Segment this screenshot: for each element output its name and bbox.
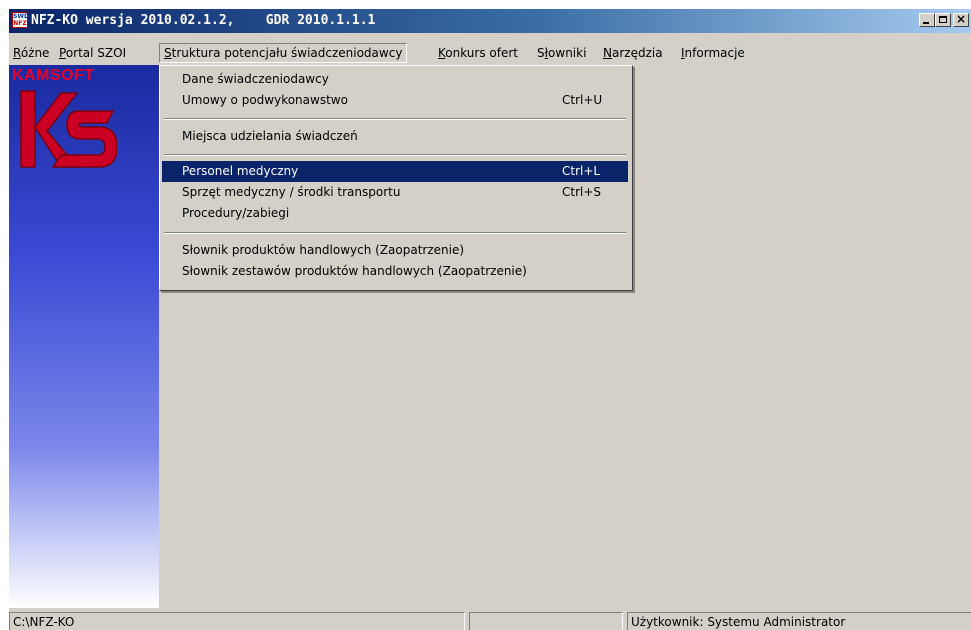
- menu-item-shortcut: Ctrl+U: [562, 93, 603, 107]
- status-user: Użytkownik: Systemu Administrator: [627, 612, 971, 630]
- menu-item-dane-swiadczeniodawcy[interactable]: Dane świadczeniodawcy: [162, 69, 628, 90]
- menu-item-shortcut: Ctrl+S: [562, 185, 602, 199]
- status-bar: C:\NFZ-KO Użytkownik: Systemu Administra…: [9, 610, 971, 630]
- status-path: C:\NFZ-KO: [9, 612, 465, 630]
- menu-item-label: Dane świadczeniodawcy: [182, 72, 329, 86]
- menu-separator: [164, 118, 626, 120]
- menu-informacje[interactable]: Informacje: [677, 44, 749, 62]
- maximize-button[interactable]: [935, 13, 951, 27]
- minimize-icon: [923, 22, 929, 24]
- menu-item-shortcut: Ctrl+L: [562, 164, 601, 178]
- main-window: SWD NFZ NFZ-KO wersja 2010.02.1.2, GDR 20…: [8, 8, 971, 630]
- menu-slowniki-pre: S: [537, 46, 545, 60]
- menu-rozne[interactable]: Różne: [9, 44, 53, 62]
- menu-item-sprzet-medyczny[interactable]: Sprzęt medyczny / środki transportu Ctrl…: [162, 182, 628, 203]
- menu-konkurs-label: onkurs ofert: [445, 46, 519, 60]
- window-title: NFZ-KO wersja 2010.02.1.2, GDR 2010.1.1.…: [31, 13, 376, 28]
- close-button[interactable]: ×: [953, 12, 969, 27]
- menu-item-procedury-zabiegi[interactable]: Procedury/zabiegi: [162, 203, 628, 224]
- menu-separator: [164, 232, 626, 234]
- kamsoft-logo-icon: [20, 90, 117, 168]
- brand-name: KAMSOFT: [12, 67, 95, 84]
- menu-item-label: Miejsca udzielania świadczeń: [182, 129, 358, 143]
- menu-item-miejsca-udzielania[interactable]: Miejsca udzielania świadczeń: [162, 126, 628, 147]
- sidebar-banner: KAMSOFT: [9, 65, 159, 608]
- maximize-icon: [939, 16, 947, 23]
- status-middle: [469, 612, 623, 630]
- menu-item-label: Słownik produktów handlowych (Zaopatrzen…: [182, 243, 465, 257]
- menu-slowniki[interactable]: Słowniki: [533, 44, 590, 62]
- menu-item-label: Personel medyczny: [182, 164, 299, 178]
- minimize-button[interactable]: [919, 13, 935, 27]
- menu-informacje-label: nformacje: [684, 46, 745, 60]
- menu-struktura-label: truktura potencjału świadczeniodawcy: [171, 46, 403, 60]
- menu-item-label: Słownik zestawów produktów handlowych (Z…: [182, 264, 527, 278]
- menu-item-label: Umowy o podwykonawstwo: [182, 93, 348, 107]
- menu-portal-szoi-label: ortal SZOI: [65, 46, 127, 60]
- menu-item-label: Sprzęt medyczny / środki transportu: [182, 185, 401, 199]
- menu-item-label: Procedury/zabiegi: [182, 206, 290, 220]
- menu-slowniki-label: owniki: [548, 46, 587, 60]
- close-icon: ×: [956, 12, 967, 26]
- menu-rozne-label: óżne: [20, 46, 50, 60]
- menu-item-slownik-zestawow[interactable]: Słownik zestawów produktów handlowych (Z…: [162, 261, 628, 282]
- menu-bar: Różne Portal SZOI Struktura potencjału ś…: [9, 43, 971, 63]
- menu-portal-szoi[interactable]: Portal SZOI: [55, 44, 130, 62]
- title-bar[interactable]: SWD NFZ NFZ-KO wersja 2010.02.1.2, GDR 20…: [9, 9, 971, 33]
- menu-narzedzia[interactable]: Narzędzia: [599, 44, 667, 62]
- menu-item-umowy-podwykonawstwo[interactable]: Umowy o podwykonawstwo Ctrl+U: [162, 90, 628, 111]
- app-icon[interactable]: SWD NFZ: [12, 12, 28, 28]
- menu-item-personel-medyczny[interactable]: Personel medyczny Ctrl+L: [162, 161, 628, 182]
- menu-struktura[interactable]: Struktura potencjału świadczeniodawcy: [159, 43, 408, 63]
- struktura-dropdown-menu: Dane świadczeniodawcy Umowy o podwykonaw…: [159, 65, 633, 291]
- menu-konkurs-ofert[interactable]: Konkurs ofert: [434, 44, 522, 62]
- menu-narzedzia-label: arzędzia: [611, 46, 663, 60]
- menu-item-slownik-produktow[interactable]: Słownik produktów handlowych (Zaopatrzen…: [162, 240, 628, 261]
- menu-separator: [164, 154, 626, 156]
